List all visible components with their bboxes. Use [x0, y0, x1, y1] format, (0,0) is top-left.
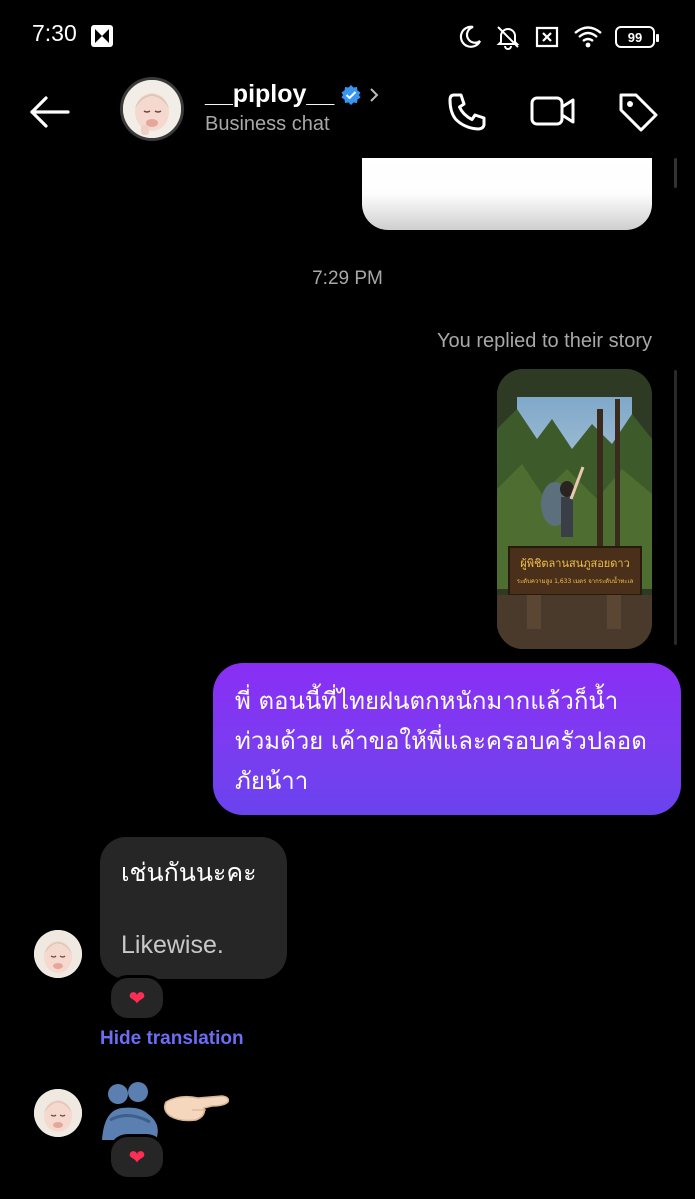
story-photo: ผู้พิชิตลานสนภูสอยดาว ระดับความสูง 1,633… [497, 369, 652, 649]
chat-subtitle: Business chat [205, 113, 330, 135]
message-timestamp: 7:29 PM [312, 268, 383, 289]
chat-screen: 7:30 99 __piploy__ Business chat 7:29 PM… [0, 0, 695, 1199]
sender-avatar[interactable] [34, 930, 82, 978]
avatar-illustration [123, 80, 181, 138]
received-translation-text: Likewise. [121, 931, 224, 959]
received-message-bubble[interactable]: เช่นกันนะคะ Likewise. [100, 837, 287, 979]
hug-sticker[interactable] [100, 1080, 235, 1142]
label-tag-icon[interactable] [614, 87, 662, 135]
no-sim-icon [535, 26, 559, 48]
sent-message-bubble[interactable]: พี่ ตอนนี้ที่ไทยฝนตกหนักมากแล้วก็น้ำท่วม… [213, 663, 681, 815]
heart-icon: ❤ [128, 986, 146, 1010]
video-call-icon[interactable] [528, 87, 578, 135]
previous-message-bubble[interactable] [362, 158, 652, 230]
chevron-right-icon [370, 87, 379, 102]
verified-badge-icon [341, 84, 361, 105]
hide-translation-link[interactable]: Hide translation [100, 1028, 244, 1050]
back-arrow-icon[interactable] [26, 88, 74, 136]
sender-avatar-illustration [34, 930, 82, 978]
status-icons: 99 [457, 22, 659, 52]
scrollbar[interactable] [674, 158, 677, 188]
status-bar: 7:30 99 [0, 0, 695, 72]
notification-app-icon [91, 25, 113, 47]
do-not-disturb-icon [459, 25, 481, 48]
username[interactable]: __piploy__ [205, 80, 334, 109]
received-original-text: เช่นกันนะคะ [121, 858, 257, 887]
heart-icon-2: ❤ [128, 1145, 146, 1169]
wifi-icon [574, 26, 602, 48]
profile-avatar[interactable] [120, 77, 184, 141]
heart-reaction[interactable]: ❤ [108, 975, 166, 1021]
battery-level: 99 [627, 29, 643, 45]
story-scrollbar [674, 370, 677, 645]
sender-avatar-illustration-2 [34, 1089, 82, 1137]
sent-message-text: พี่ ตอนนี้ที่ไทยฝนตกหนักมากแล้วก็น้ำท่วม… [235, 687, 647, 795]
battery-indicator: 99 [615, 26, 659, 48]
username-row[interactable]: __piploy__ [205, 80, 380, 109]
phone-call-icon[interactable] [444, 87, 492, 135]
sender-avatar-2[interactable] [34, 1089, 82, 1137]
story-reply-label: You replied to their story [437, 330, 652, 352]
story-sign-text: ผู้พิชิตลานสนภูสอยดาว [520, 557, 630, 570]
mute-icon [496, 26, 520, 50]
heart-reaction-2[interactable]: ❤ [108, 1134, 166, 1180]
chat-header: __piploy__ Business chat [0, 72, 695, 152]
status-time: 7:30 [32, 20, 77, 46]
story-thumbnail[interactable]: ผู้พิชิตลานสนภูสอยดาว ระดับความสูง 1,633… [497, 369, 652, 649]
